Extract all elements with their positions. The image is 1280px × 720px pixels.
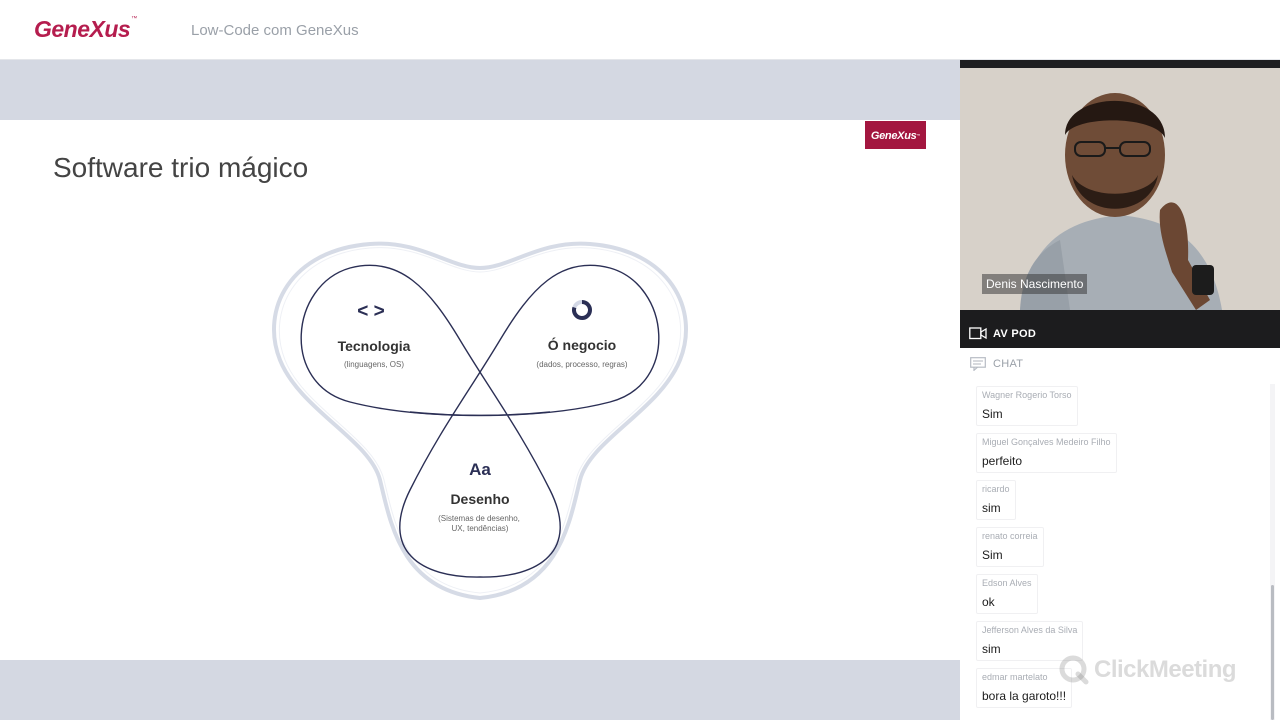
petal-title-desenho: Desenho <box>450 491 509 507</box>
chat-icon <box>970 357 986 371</box>
petal-negocio <box>399 264 660 578</box>
code-icon: < > <box>357 301 384 322</box>
petal-title-negocio: Ó negocio <box>548 336 616 353</box>
chat-message-author: Miguel Gonçalves Medeiro Filho <box>982 437 1111 447</box>
chat-message-author: Jefferson Alves da Silva <box>982 625 1078 635</box>
chat-message: Miguel Gonçalves Medeiro Filho perfeito <box>976 433 1117 473</box>
chat-message: Edson Alves ok <box>976 574 1038 614</box>
chat-message-author: Wagner Rogerio Torso <box>982 390 1072 400</box>
slide-logo-tm: ™ <box>916 133 921 138</box>
speaker-silhouette <box>960 68 1280 310</box>
trio-diagram: < > Tecnologia (linguagens, OS) Ó negoci… <box>272 241 688 601</box>
petal-subtitle-negocio: (dados, processo, regras) <box>536 360 627 369</box>
chat-message-text: sim <box>982 501 1001 515</box>
typography-icon: Aa <box>469 460 491 479</box>
slide-genexus-logo: GeneXus™ <box>865 121 926 149</box>
chat-message-text: perfeito <box>982 454 1023 468</box>
chat-scrollbar-thumb[interactable] <box>1271 585 1274 720</box>
chat-message-text: bora la garoto!!! <box>982 689 1067 703</box>
brand-text: GeneXus <box>34 16 131 42</box>
diagram-outer-inner-outline <box>278 247 682 594</box>
av-pod-label: AV POD <box>993 328 1037 340</box>
chat-message-text: Sim <box>982 407 1003 421</box>
speaker-video[interactable] <box>960 60 1280 310</box>
genexus-logo[interactable]: GeneXus™ <box>34 16 137 43</box>
camera-icon <box>969 327 987 340</box>
chat-message-author: renato correia <box>982 531 1038 541</box>
chat-message-text: Sim <box>982 548 1003 562</box>
petal-title-tecnologia: Tecnologia <box>338 338 411 354</box>
chat-message: ricardo sim <box>976 480 1016 520</box>
chat-message-author: ricardo <box>982 484 1010 494</box>
petal-subtitle-desenho-1: (Sistemas de desenho, <box>438 514 520 523</box>
speaker-name-tag: Denis Nascimento <box>982 274 1088 294</box>
brand-trademark: ™ <box>131 16 137 22</box>
petal-subtitle-tecnologia: (linguagens, OS) <box>344 360 404 369</box>
event-title: Low-Code com GeneXus <box>191 22 359 39</box>
slide-logo-text: GeneXus <box>870 130 917 142</box>
chat-message: Wagner Rogerio Torso Sim <box>976 386 1078 426</box>
chat-message-author: Edson Alves <box>982 578 1032 588</box>
chat-message-author: edmar martelato <box>982 672 1048 682</box>
clickmeeting-watermark: ClickMeeting <box>1094 656 1237 683</box>
petal-subtitle-desenho-2: UX, tendências) <box>452 524 509 533</box>
chat-message: renato correia Sim <box>976 527 1044 567</box>
clickmeeting-logo-icon <box>1059 655 1089 685</box>
chat-label: CHAT <box>993 358 1024 370</box>
petal-tecnologia <box>300 264 561 578</box>
chat-message-text: ok <box>982 595 995 609</box>
slide-heading: Software trio mágico <box>53 152 309 183</box>
